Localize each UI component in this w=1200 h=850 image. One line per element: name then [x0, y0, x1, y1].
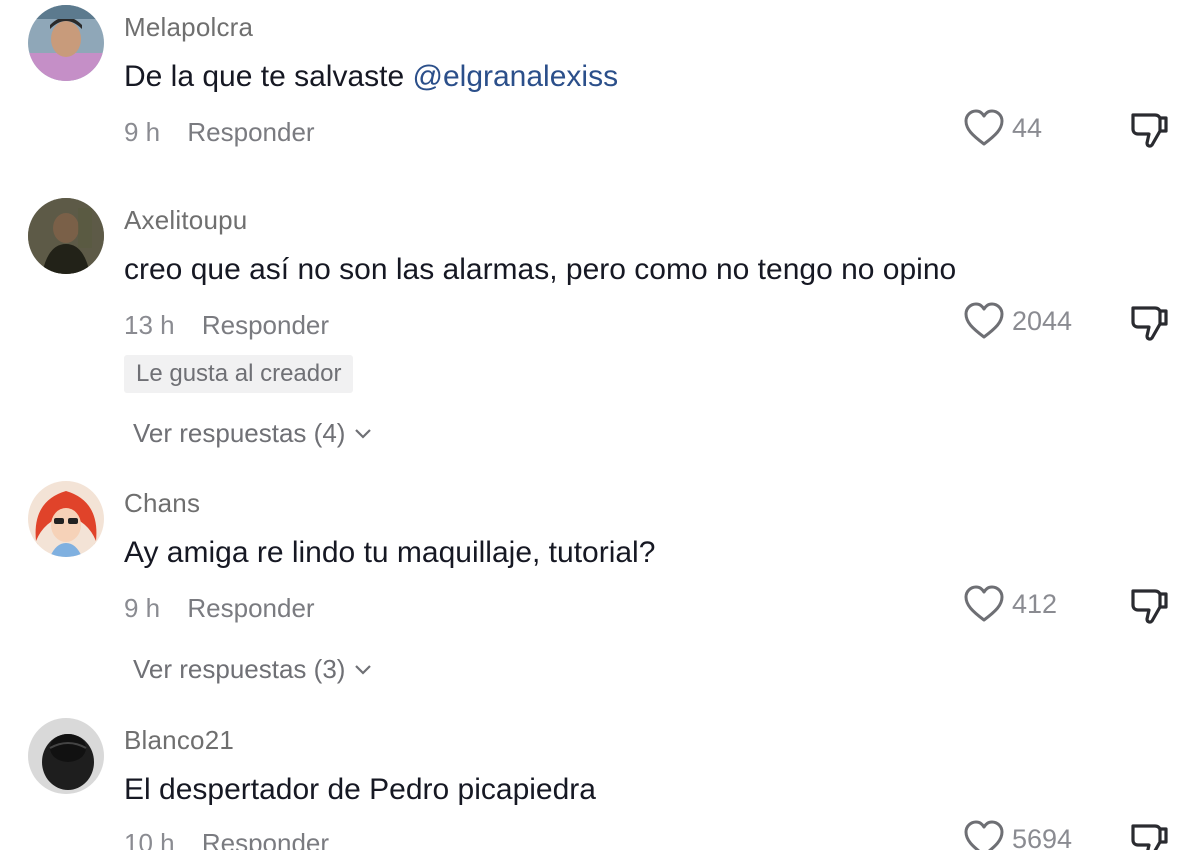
dislike-button[interactable] — [1128, 302, 1170, 344]
reply-button[interactable]: Responder — [202, 828, 329, 850]
like-button[interactable]: 412 — [962, 584, 1057, 624]
like-button[interactable]: 5694 — [962, 819, 1072, 850]
like-button[interactable]: 2044 — [962, 301, 1072, 341]
dislike-button[interactable] — [1128, 585, 1170, 627]
heart-outline-icon — [964, 820, 1004, 850]
dislike-button[interactable] — [1128, 820, 1170, 850]
comment-username[interactable]: Chans — [124, 488, 200, 519]
view-replies-button[interactable]: Ver respuestas (4) — [133, 418, 373, 449]
like-count: 412 — [1012, 588, 1058, 619]
like-count: 44 — [1012, 112, 1043, 143]
comment-text: creo que así no son las alarmas, pero co… — [124, 253, 957, 286]
like-count: 2044 — [1012, 305, 1073, 336]
avatar[interactable] — [28, 481, 104, 557]
avatar[interactable] — [28, 718, 104, 794]
comment-meta: 10 h Responder — [124, 828, 329, 850]
comment-username[interactable]: Melapolcra — [124, 12, 253, 43]
thumbs-down-icon — [1131, 589, 1168, 624]
avatar[interactable] — [28, 5, 104, 81]
thumbs-down-icon — [1131, 306, 1168, 341]
creator-liked-badge: Le gusta al creador — [124, 355, 354, 393]
dislike-button[interactable] — [1128, 109, 1170, 151]
comment-text: El despertador de Pedro picapiedra — [124, 773, 596, 806]
view-replies-label: Ver respuestas (4) — [133, 418, 346, 448]
chevron-down-icon — [355, 664, 372, 675]
like-count: 5694 — [1012, 823, 1073, 850]
reply-button[interactable]: Responder — [202, 310, 329, 340]
comment-time: 10 h — [124, 828, 175, 850]
comment-time: 9 h — [124, 117, 161, 147]
comment-time: 9 h — [124, 593, 161, 623]
reply-button[interactable]: Responder — [187, 593, 314, 623]
reply-button[interactable]: Responder — [187, 117, 314, 147]
comment-time: 13 h — [124, 310, 175, 340]
heart-outline-icon — [964, 585, 1004, 622]
heart-outline-icon — [964, 109, 1004, 146]
comment-text: Ay amiga re lindo tu maquillaje, tutoria… — [124, 536, 656, 569]
heart-outline-icon — [964, 302, 1004, 339]
thumbs-down-icon — [1131, 113, 1168, 148]
comment-body: De la que te salvaste — [124, 60, 413, 93]
comment-username[interactable]: Axelitoupu — [124, 205, 247, 236]
like-button[interactable]: 44 — [962, 108, 1042, 148]
thumbs-down-icon — [1131, 824, 1168, 850]
comments-panel: Melapolcra De la que te salvaste @elgran… — [0, 0, 1200, 850]
mention-link[interactable]: @elgranalexiss — [413, 60, 619, 93]
comment-meta: 9 h Responder — [124, 117, 315, 148]
view-replies-button[interactable]: Ver respuestas (3) — [133, 654, 373, 685]
view-replies-label: Ver respuestas (3) — [133, 654, 346, 684]
chevron-down-icon — [355, 428, 372, 439]
comment-meta: 9 h Responder — [124, 593, 315, 624]
comment-text: De la que te salvaste @elgranalexiss — [124, 60, 618, 94]
avatar[interactable] — [28, 198, 104, 274]
comment-username[interactable]: Blanco21 — [124, 725, 234, 756]
comment-meta: 13 h Responder — [124, 310, 329, 341]
